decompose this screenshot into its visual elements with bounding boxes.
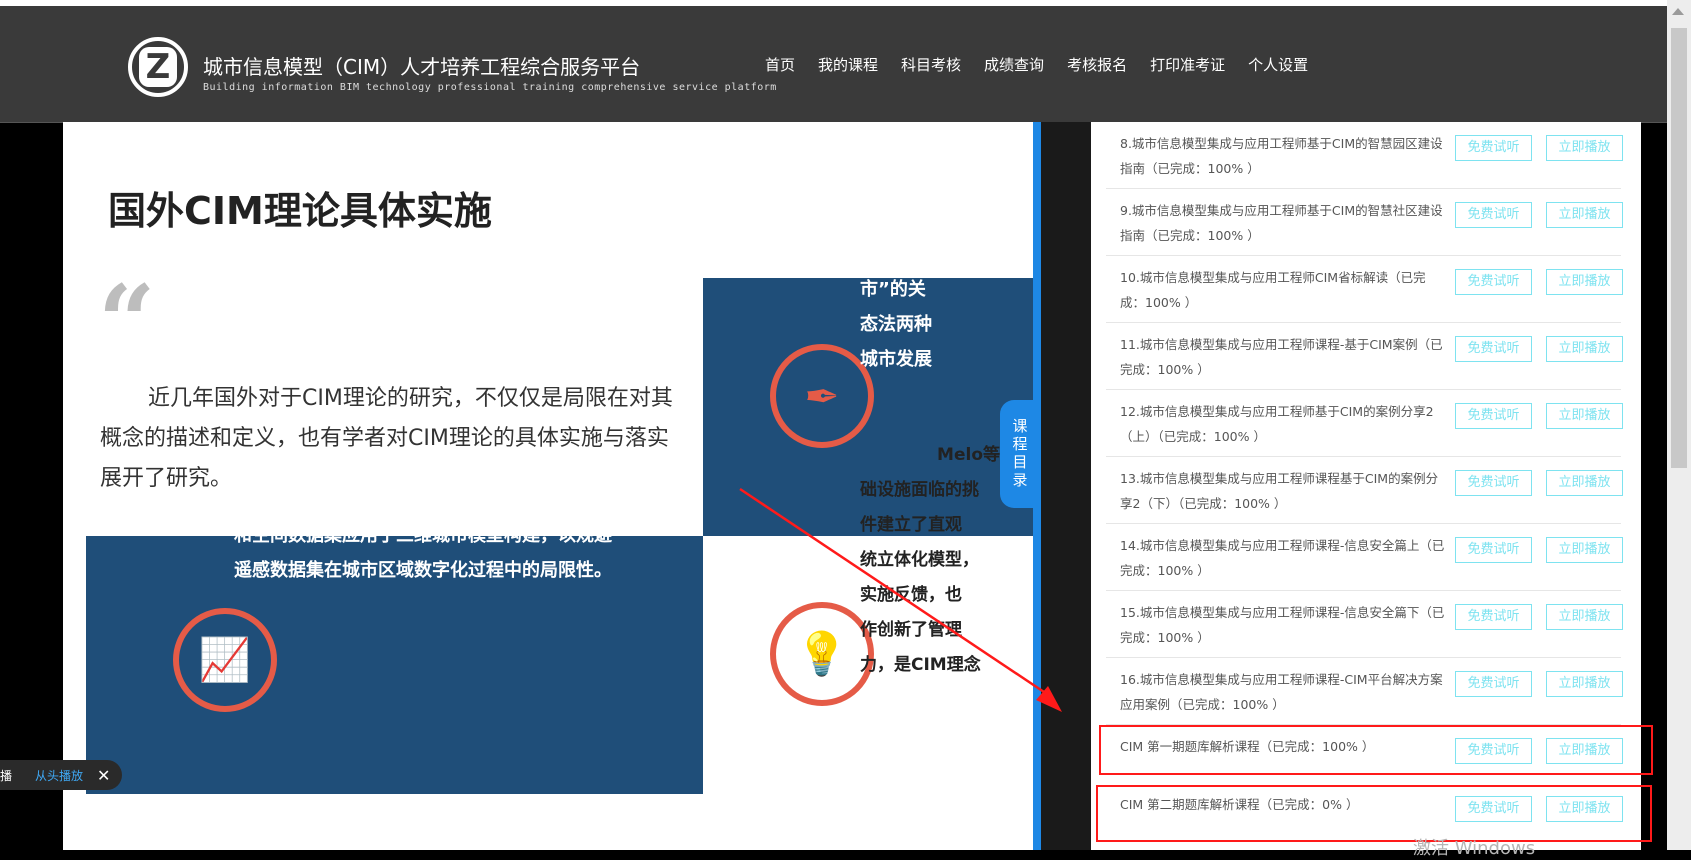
course-catalog-tab[interactable]: 课程目录 (1000, 400, 1040, 508)
block1-line: 态法两种 (860, 314, 932, 335)
course-title: 13.城市信息模型集成与应用工程师课程基于CIM的案例分享2（下）（已完成：10… (1120, 471, 1439, 511)
nav-score-query[interactable]: 成绩查询 (984, 54, 1044, 75)
main-nav: 首页 我的课程 科目考核 成绩查询 考核报名 打印准考证 个人设置 (765, 54, 1331, 75)
course-row: 9.城市信息模型集成与应用工程师基于CIM的智慧社区建设指南（已完成：100% … (1106, 189, 1623, 256)
lightbulb-icon: 💡 (770, 602, 874, 706)
play-now-button[interactable]: 立即播放 (1546, 671, 1623, 697)
course-title: 16.城市信息模型集成与应用工程师课程-CIM平台解决方案应用案例（已完成：10… (1120, 672, 1443, 712)
free-trial-button[interactable]: 免费试听 (1455, 671, 1532, 697)
scroll-up-icon[interactable] (1672, 8, 1684, 15)
course-title: 12.城市信息模型集成与应用工程师基于CIM的案例分享2（上）（已完成：100%… (1120, 404, 1434, 444)
nav-subject-exam[interactable]: 科目考核 (901, 54, 961, 75)
course-title: 8.城市信息模型集成与应用工程师基于CIM的智慧园区建设指南（已完成：100% … (1120, 136, 1443, 176)
course-title: 14.城市信息模型集成与应用工程师课程-信息安全篇上（已完成：100% ） (1120, 538, 1445, 578)
play-now-button[interactable]: 立即播放 (1546, 604, 1623, 630)
play-now-button[interactable]: 立即播放 (1546, 202, 1623, 228)
course-title: 10.城市信息模型集成与应用工程师CIM省标解读（已完成：100% ） (1120, 270, 1426, 310)
highlight-box-course-1 (1099, 725, 1653, 775)
course-row: 12.城市信息模型集成与应用工程师基于CIM的案例分享2（上）（已完成：100%… (1106, 390, 1623, 457)
window-scrollbar[interactable] (1667, 0, 1691, 850)
play-now-button[interactable]: 立即播放 (1546, 537, 1623, 563)
block1-line: 城市发展 (860, 349, 932, 370)
block1-line: 著作中讨论C (860, 244, 964, 265)
free-trial-button[interactable]: 免费试听 (1455, 336, 1532, 362)
slide-block1-text: 麦加大学 著作中讨论C 市”的关 态法两种 城市发展 (860, 202, 1010, 377)
play-now-button[interactable]: 立即播放 (1546, 470, 1623, 496)
free-trial-button[interactable]: 免费试听 (1455, 202, 1532, 228)
logo-icon[interactable]: Z (128, 37, 188, 97)
nav-my-courses[interactable]: 我的课程 (818, 54, 878, 75)
block1-line: 麦加大学 (928, 209, 1000, 230)
slide-block2-text: AL Furjani等也研究了CIM如何利用open street map(OS… (234, 455, 612, 581)
play-now-button[interactable]: 立即播放 (1546, 135, 1623, 161)
course-row: 15.城市信息模型集成与应用工程师课程-信息安全篇下（已完成：100% ） 免费… (1106, 591, 1623, 658)
course-title: 9.城市信息模型集成与应用工程师基于CIM的智慧社区建设指南（已完成：100% … (1120, 203, 1443, 243)
course-row: 13.城市信息模型集成与应用工程师课程基于CIM的案例分享2（下）（已完成：10… (1106, 457, 1623, 524)
course-title: 11.城市信息模型集成与应用工程师课程-基于CIM案例（已完成：100% ） (1120, 337, 1443, 377)
play-now-button[interactable]: 立即播放 (1546, 269, 1623, 295)
pen-icon: ✒ (770, 344, 874, 448)
course-row: 10.城市信息模型集成与应用工程师CIM省标解读（已完成：100% ） 免费试听… (1106, 256, 1623, 323)
panel-gap (1041, 122, 1091, 850)
player-control-bar: 播 从头播放 ✕ (0, 760, 122, 790)
free-trial-button[interactable]: 免费试听 (1455, 269, 1532, 295)
block3-line: 统立体化模型， (860, 550, 979, 570)
close-icon[interactable]: ✕ (97, 766, 110, 785)
block3-line: 作创新了管理 (860, 620, 962, 640)
nav-exam-signup[interactable]: 考核报名 (1067, 54, 1127, 75)
block3-line: 实施反馈，也 (860, 585, 962, 605)
nav-home[interactable]: 首页 (765, 54, 795, 75)
course-title: 15.城市信息模型集成与应用工程师课程-信息安全篇下（已完成：100% ） (1120, 605, 1445, 645)
scroll-thumb[interactable] (1671, 28, 1687, 468)
play-now-button[interactable]: 立即播放 (1546, 403, 1623, 429)
site-subtitle: Building information BIM technology prof… (203, 82, 777, 93)
block3-line: 力，是CIM理念 (860, 655, 981, 675)
block3-line: Melo等 (937, 445, 1000, 465)
free-trial-button[interactable]: 免费试听 (1455, 604, 1532, 630)
site-title: 城市信息模型（CIM）人才培养工程综合服务平台 (203, 55, 641, 79)
course-row: 8.城市信息模型集成与应用工程师基于CIM的智慧园区建设指南（已完成：100% … (1106, 122, 1623, 189)
course-row: 16.城市信息模型集成与应用工程师课程-CIM平台解决方案应用案例（已完成：10… (1106, 658, 1623, 725)
site-header: Z 城市信息模型（CIM）人才培养工程综合服务平台 Building infor… (0, 6, 1667, 123)
block1-line: 市”的关 (860, 279, 926, 300)
highlight-box-course-2 (1096, 785, 1652, 842)
block3-line: 件建立了直观 (860, 515, 962, 535)
free-trial-button[interactable]: 免费试听 (1455, 470, 1532, 496)
course-row: 14.城市信息模型集成与应用工程师课程-信息安全篇上（已完成：100% ） 免费… (1106, 524, 1623, 591)
block3-line: 础设施面临的挑 (860, 480, 979, 500)
play-label[interactable]: 播 (0, 767, 18, 784)
free-trial-button[interactable]: 免费试听 (1455, 135, 1532, 161)
growth-chart-icon: 📈 (173, 608, 277, 712)
nav-personal-settings[interactable]: 个人设置 (1248, 54, 1308, 75)
free-trial-button[interactable]: 免费试听 (1455, 537, 1532, 563)
replay-from-start-button[interactable]: 从头播放 (35, 767, 83, 784)
quote-mark-icon: “ (98, 263, 156, 381)
slide-title: 国外CIM理论具体实施 (108, 189, 492, 233)
free-trial-button[interactable]: 免费试听 (1455, 403, 1532, 429)
play-now-button[interactable]: 立即播放 (1546, 336, 1623, 362)
course-row: 11.城市信息模型集成与应用工程师课程-基于CIM案例（已完成：100% ） 免… (1106, 323, 1623, 390)
windows-activation-watermark: 激活 Windows (1413, 838, 1536, 859)
nav-print-admission[interactable]: 打印准考证 (1150, 54, 1225, 75)
slide-block3-text: Melo等 础设施面临的挑 件建立了直观 统立体化模型， 实施反馈，也 作创新了… (860, 438, 1010, 683)
